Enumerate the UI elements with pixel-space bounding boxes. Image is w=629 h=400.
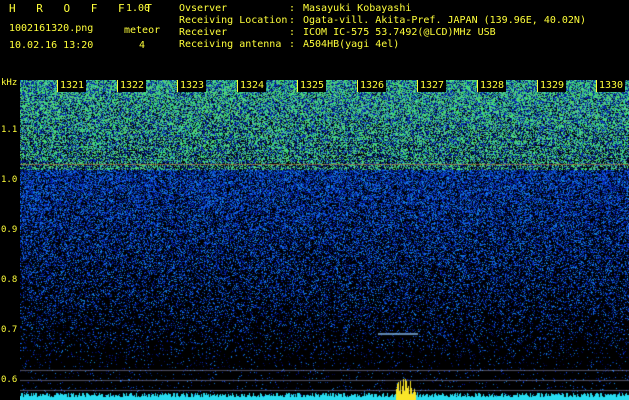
- x-tick-label: 1328: [478, 80, 507, 92]
- info-value: Masayuki Kobayashi: [303, 3, 412, 14]
- info-key: Receiving Location: [179, 15, 288, 26]
- info-separator: :: [289, 3, 296, 14]
- x-tick-label: 1327: [418, 80, 447, 92]
- frequency-unit: kHz: [1, 78, 18, 88]
- y-tick-label: 0.6: [1, 375, 18, 385]
- x-tick-label: 1325: [298, 80, 327, 92]
- y-tick-label: 0.9: [1, 225, 18, 235]
- info-key: Ovserver: [179, 3, 228, 14]
- spectrogram: [20, 80, 629, 400]
- info-key: Receiving antenna: [179, 39, 282, 50]
- info-row-observer: Ovserver : Masayuki Kobayashi: [179, 3, 586, 15]
- x-tick-label: 1330: [597, 80, 626, 92]
- spectrogram-canvas: [20, 80, 629, 400]
- info-separator: :: [289, 39, 296, 50]
- y-tick-label: 0.8: [1, 275, 18, 285]
- info-row-receiver: Receiver : ICOM IC-575 53.7492(@LCD)MHz …: [179, 27, 586, 39]
- meteor-count: 4: [139, 40, 146, 51]
- info-row-location: Receiving Location : Ogata-vill. Akita-P…: [179, 15, 586, 27]
- info-value: ICOM IC-575 53.7492(@LCD)MHz USB: [303, 27, 496, 38]
- y-tick-label: 1.1: [1, 125, 18, 135]
- info-value: Ogata-vill. Akita-Pref. JAPAN (139.96E, …: [303, 15, 586, 26]
- x-tick-label: 1322: [118, 80, 147, 92]
- file-name: 1002161320.png: [9, 23, 94, 34]
- x-tick-label: 1323: [178, 80, 207, 92]
- y-tick-label: 0.7: [1, 325, 18, 335]
- frequency-axis: kHz 1.1 1.0 0.9 0.8 0.7 0.6: [0, 78, 20, 400]
- info-value: A504HB(yagi 4el): [303, 39, 400, 50]
- x-tick-label: 1324: [238, 80, 267, 92]
- header-panel: H R O F F T 1.00 1002161320.png meteor 1…: [0, 0, 629, 78]
- date-time: 10.02.16 13:20: [9, 40, 94, 51]
- info-key: Receiver: [179, 27, 228, 38]
- info-separator: :: [289, 15, 296, 26]
- x-tick-label: 1326: [358, 80, 387, 92]
- x-tick-label: 1329: [538, 80, 567, 92]
- station-info: Ovserver : Masayuki Kobayashi Receiving …: [179, 3, 586, 51]
- info-row-antenna: Receiving antenna : A504HB(yagi 4el): [179, 39, 586, 51]
- info-separator: :: [289, 27, 296, 38]
- y-tick-label: 1.0: [1, 175, 18, 185]
- mode-label: meteor: [124, 25, 161, 36]
- app-version: 1.00: [126, 3, 151, 14]
- x-tick-label: 1321: [58, 80, 87, 92]
